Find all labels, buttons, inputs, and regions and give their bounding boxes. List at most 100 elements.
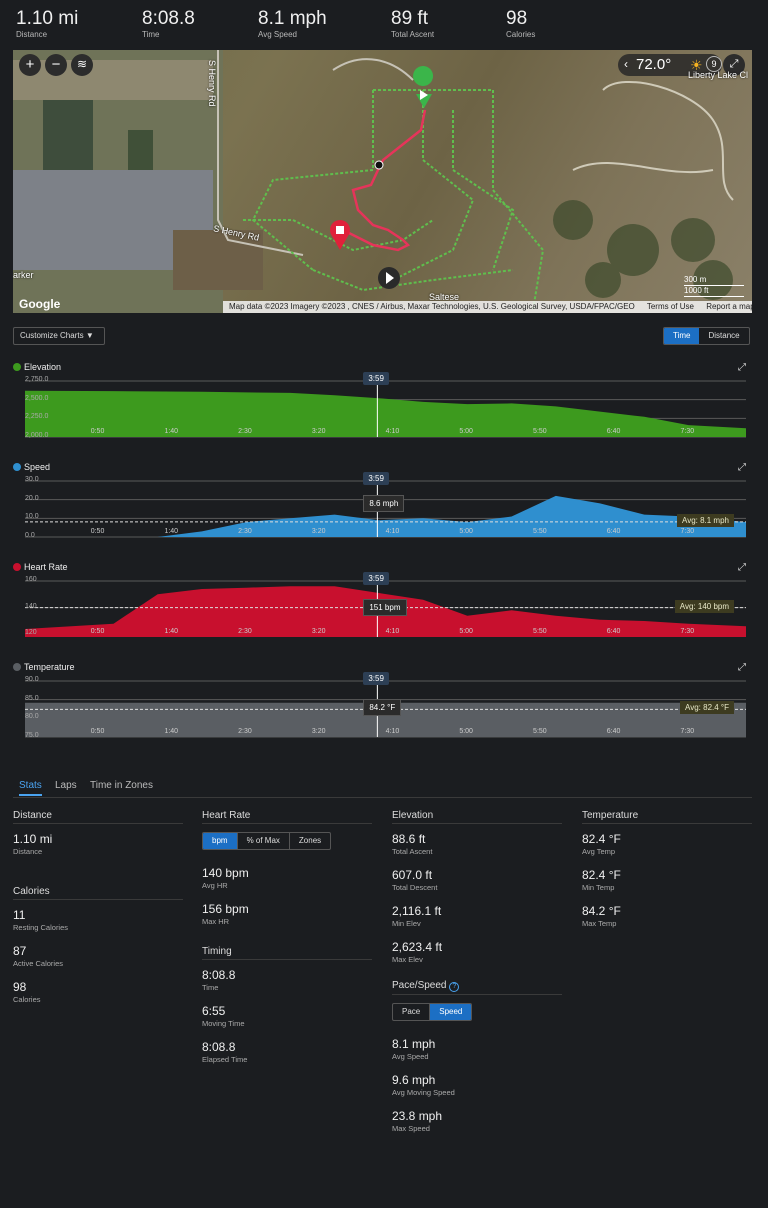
x-tick-label: 7:30	[680, 428, 695, 435]
expand-chart-icon[interactable]: ⤢	[738, 562, 746, 573]
x-tick-label: 3:20	[311, 428, 326, 435]
avg-label: Avg: 140 bpm	[674, 599, 734, 613]
zoom-in-button[interactable]: +	[19, 54, 41, 76]
pace-speed-toggle[interactable]: Pace Speed	[392, 1003, 473, 1021]
activity-summary: 1.10 mi Distance 8:08.8 Time 8.1 mph Avg…	[16, 8, 756, 44]
x-tick-label: 3:20	[311, 728, 326, 735]
x-tick-label: 6:40	[606, 528, 621, 535]
section-title: Distance	[13, 810, 183, 824]
place-label: Liberty Lake Cl	[688, 70, 749, 80]
section-title: Elevation	[392, 810, 562, 824]
place-label: arker	[13, 270, 34, 280]
x-tick-label: 2:30	[238, 728, 252, 735]
section-title: Heart Rate	[202, 810, 372, 824]
x-tick-label: 1:40	[164, 428, 179, 435]
series-dot	[13, 563, 21, 571]
caret-down-icon: ▼	[85, 331, 94, 340]
hr-percent-max-toggle[interactable]: % of Max	[238, 833, 290, 849]
distance-toggle[interactable]: Distance	[699, 328, 748, 344]
road-label: S Henry Rd	[207, 60, 217, 107]
y-tick-label: 120	[25, 629, 37, 637]
pace-toggle[interactable]: Pace	[393, 1004, 431, 1020]
route-map[interactable]: + − ≋ ‹ 72.0° ☀ 9 ⤢ S Henry Rd S Henry R…	[13, 50, 752, 313]
hr-zones-toggle[interactable]: Zones	[290, 833, 330, 849]
cursor-time-label: 3:59	[363, 472, 389, 485]
zoom-out-button[interactable]: −	[45, 54, 67, 76]
x-tick-label: 0:50	[90, 528, 105, 535]
section-title: Temperature	[582, 810, 752, 824]
stats-tabs: Stats Laps Time in Zones	[13, 778, 752, 798]
cursor-value-tooltip: 84.2 °F	[363, 699, 402, 716]
tab-stats[interactable]: Stats	[19, 780, 42, 796]
x-tick-label: 2:30	[238, 428, 252, 435]
x-tick-label: 6:40	[606, 728, 621, 735]
y-tick-label: 2,750.0	[25, 376, 49, 383]
chart-speed[interactable]: 30.0 20.0 10.0 0.0 0:50 1:40 2:30 3:20 4:10 5:00 5…	[25, 472, 746, 539]
x-tick-label: 6:40	[606, 628, 621, 635]
x-tick-label: 4:10	[385, 528, 400, 535]
info-icon[interactable]: ?	[449, 982, 460, 992]
summary-calories: 98 Calories	[506, 8, 536, 39]
hr-bpm-toggle[interactable]: bpm	[203, 833, 238, 849]
avg-label: Avg: 82.4 °F	[680, 701, 734, 715]
x-tick-label: 2:30	[238, 628, 252, 635]
x-tick-label: 4:10	[385, 728, 400, 735]
series-dot	[13, 363, 21, 371]
terms-link[interactable]: Terms of Use	[647, 302, 694, 311]
chevron-left-icon[interactable]: ‹	[624, 57, 628, 71]
y-tick-label: 85.0	[25, 694, 39, 702]
x-tick-label: 5:50	[533, 628, 547, 635]
x-tick-label: 3:20	[311, 528, 326, 535]
x-tick-label: 5:50	[533, 728, 547, 735]
avg-label: Avg: 8.1 mph	[677, 513, 734, 527]
chart-temperature[interactable]: 90.0 85.0 80.0 75.0 0:50 1:40 2:30 3:20 4:10 5:00…	[25, 672, 746, 739]
tab-time-in-zones[interactable]: Time in Zones	[90, 780, 153, 791]
google-logo: Google	[19, 297, 61, 311]
x-tick-label: 0:50	[90, 728, 105, 735]
x-tick-label: 0:50	[90, 628, 105, 635]
y-tick-label: 75.0	[25, 732, 39, 739]
x-tick-label: 1:40	[164, 528, 179, 535]
x-tick-label: 4:10	[385, 628, 400, 635]
x-tick-label: 5:00	[459, 628, 473, 635]
x-tick-label: 7:30	[680, 728, 695, 735]
map-scale: 300 m 1000 ft	[684, 275, 744, 297]
hr-unit-toggle[interactable]: bpm % of Max Zones	[202, 832, 332, 850]
section-title: Timing	[202, 946, 372, 960]
x-tick-label: 1:40	[164, 628, 179, 635]
summary-total-ascent: 89 ft Total Ascent	[391, 8, 435, 39]
x-tick-label: 7:30	[680, 628, 695, 635]
chart-title: Speed	[13, 462, 50, 474]
y-tick-label: 2,000.0	[25, 432, 49, 439]
cursor-value-tooltip: 151 bpm	[363, 599, 407, 616]
chart-elevation[interactable]: 2,750.0 2,500.0 2,250.0 2,000.0 0:50 1:40 2:30…	[25, 372, 746, 439]
x-tick-label: 3:20	[311, 628, 326, 635]
axis-toggle[interactable]: Time Distance	[663, 327, 750, 345]
expand-chart-icon[interactable]: ⤢	[738, 462, 746, 473]
x-tick-label: 5:50	[533, 428, 547, 435]
y-tick-label: 0.0	[25, 532, 35, 539]
y-tick-label: 160	[25, 576, 37, 583]
layers-icon[interactable]: ≋	[71, 54, 93, 76]
x-tick-label: 5:00	[459, 728, 473, 735]
time-toggle[interactable]: Time	[664, 328, 700, 344]
summary-time: 8:08.8 Time	[142, 8, 195, 39]
tab-laps[interactable]: Laps	[55, 780, 77, 791]
customize-charts-button[interactable]: Customize Charts ▼	[13, 327, 105, 345]
map-attribution: Map data ©2023 Imagery ©2023 , CNES / Ai…	[223, 301, 752, 313]
section-title: Calories	[13, 886, 183, 900]
summary-distance: 1.10 mi Distance	[16, 8, 79, 39]
cursor-time-label: 3:59	[363, 672, 389, 685]
stats-col-4: Temperature 82.4 °F Avg Temp 82.4 °F Min T…	[582, 810, 752, 940]
report-map-error-link[interactable]: Report a map error	[706, 302, 752, 311]
y-tick-label: 2,250.0	[25, 413, 49, 421]
x-tick-label: 1:40	[164, 728, 179, 735]
cursor-time-label: 3:59	[363, 572, 389, 585]
expand-chart-icon[interactable]: ⤢	[738, 662, 746, 673]
speed-toggle[interactable]: Speed	[430, 1004, 472, 1020]
x-tick-label: 5:00	[459, 428, 473, 435]
summary-avg-speed: 8.1 mph Avg Speed	[258, 8, 327, 39]
chart-heart-rate[interactable]: 160 140 120 0:50 1:40 2:30 3:20 4:10 5:00 5:50 6:4…	[25, 572, 746, 637]
y-tick-label: 80.0	[25, 713, 39, 721]
expand-chart-icon[interactable]: ⤢	[738, 362, 746, 373]
